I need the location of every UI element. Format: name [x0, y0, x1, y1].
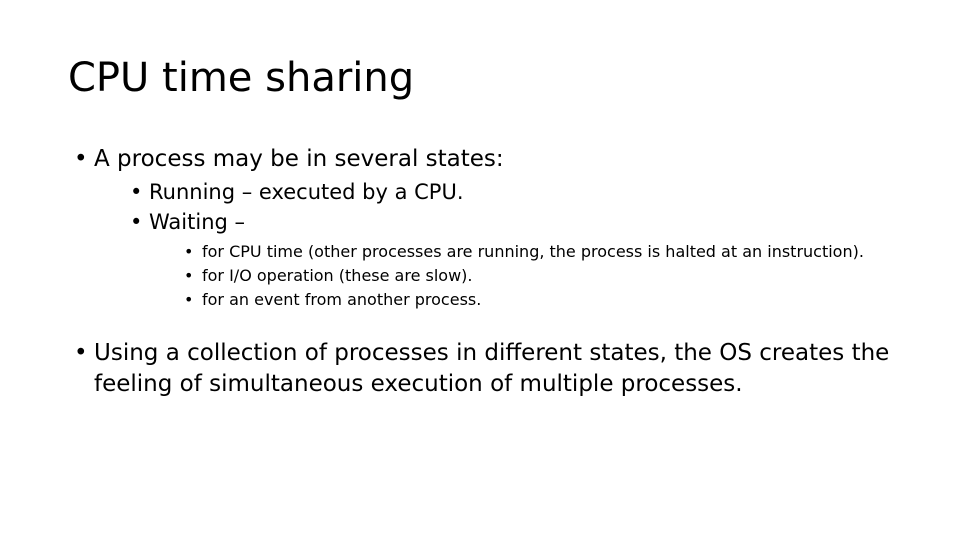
- bullet-marker-icon: •: [184, 242, 194, 261]
- bullet-marker-icon: •: [74, 340, 88, 366]
- bullet-item-wait-event: • for an event from another process.: [184, 288, 960, 312]
- bullet-marker-icon: •: [74, 146, 88, 172]
- bullet-text: Using a collection of processes in diffe…: [94, 340, 890, 397]
- bullet-text: A process may be in several states:: [94, 146, 504, 172]
- bullet-item-process-states: • A process may be in several states: • …: [74, 144, 960, 312]
- bullet-item-wait-io-operation: • for I/O operation (these are slow).: [184, 264, 960, 288]
- slide: CPU time sharing • A process may be in s…: [0, 0, 960, 540]
- bullet-text: Running – executed by a CPU.: [149, 180, 464, 204]
- bullet-text: for CPU time (other processes are runnin…: [202, 242, 864, 261]
- bullet-list-level-1: • A process may be in several states: • …: [0, 144, 960, 400]
- bullet-item-waiting: • Waiting – • for CPU time (other proces…: [130, 207, 960, 312]
- bullet-item-simultaneous-execution: • Using a collection of processes in dif…: [74, 338, 960, 400]
- bullet-item-wait-cpu-time: • for CPU time (other processes are runn…: [184, 240, 960, 264]
- bullet-text: for an event from another process.: [202, 290, 482, 309]
- bullet-marker-icon: •: [184, 266, 194, 285]
- bullet-item-running: • Running – executed by a CPU.: [130, 177, 960, 207]
- bullet-list-level-3: • for CPU time (other processes are runn…: [149, 240, 960, 312]
- slide-body: • A process may be in several states: • …: [0, 144, 960, 400]
- bullet-text: for I/O operation (these are slow).: [202, 266, 473, 285]
- bullet-marker-icon: •: [184, 290, 194, 309]
- bullet-marker-icon: •: [130, 180, 143, 204]
- bullet-list-level-2: • Running – executed by a CPU. • Waiting…: [94, 177, 960, 312]
- bullet-marker-icon: •: [130, 210, 143, 234]
- page-title: CPU time sharing: [68, 55, 415, 101]
- bullet-text: Waiting –: [149, 210, 246, 234]
